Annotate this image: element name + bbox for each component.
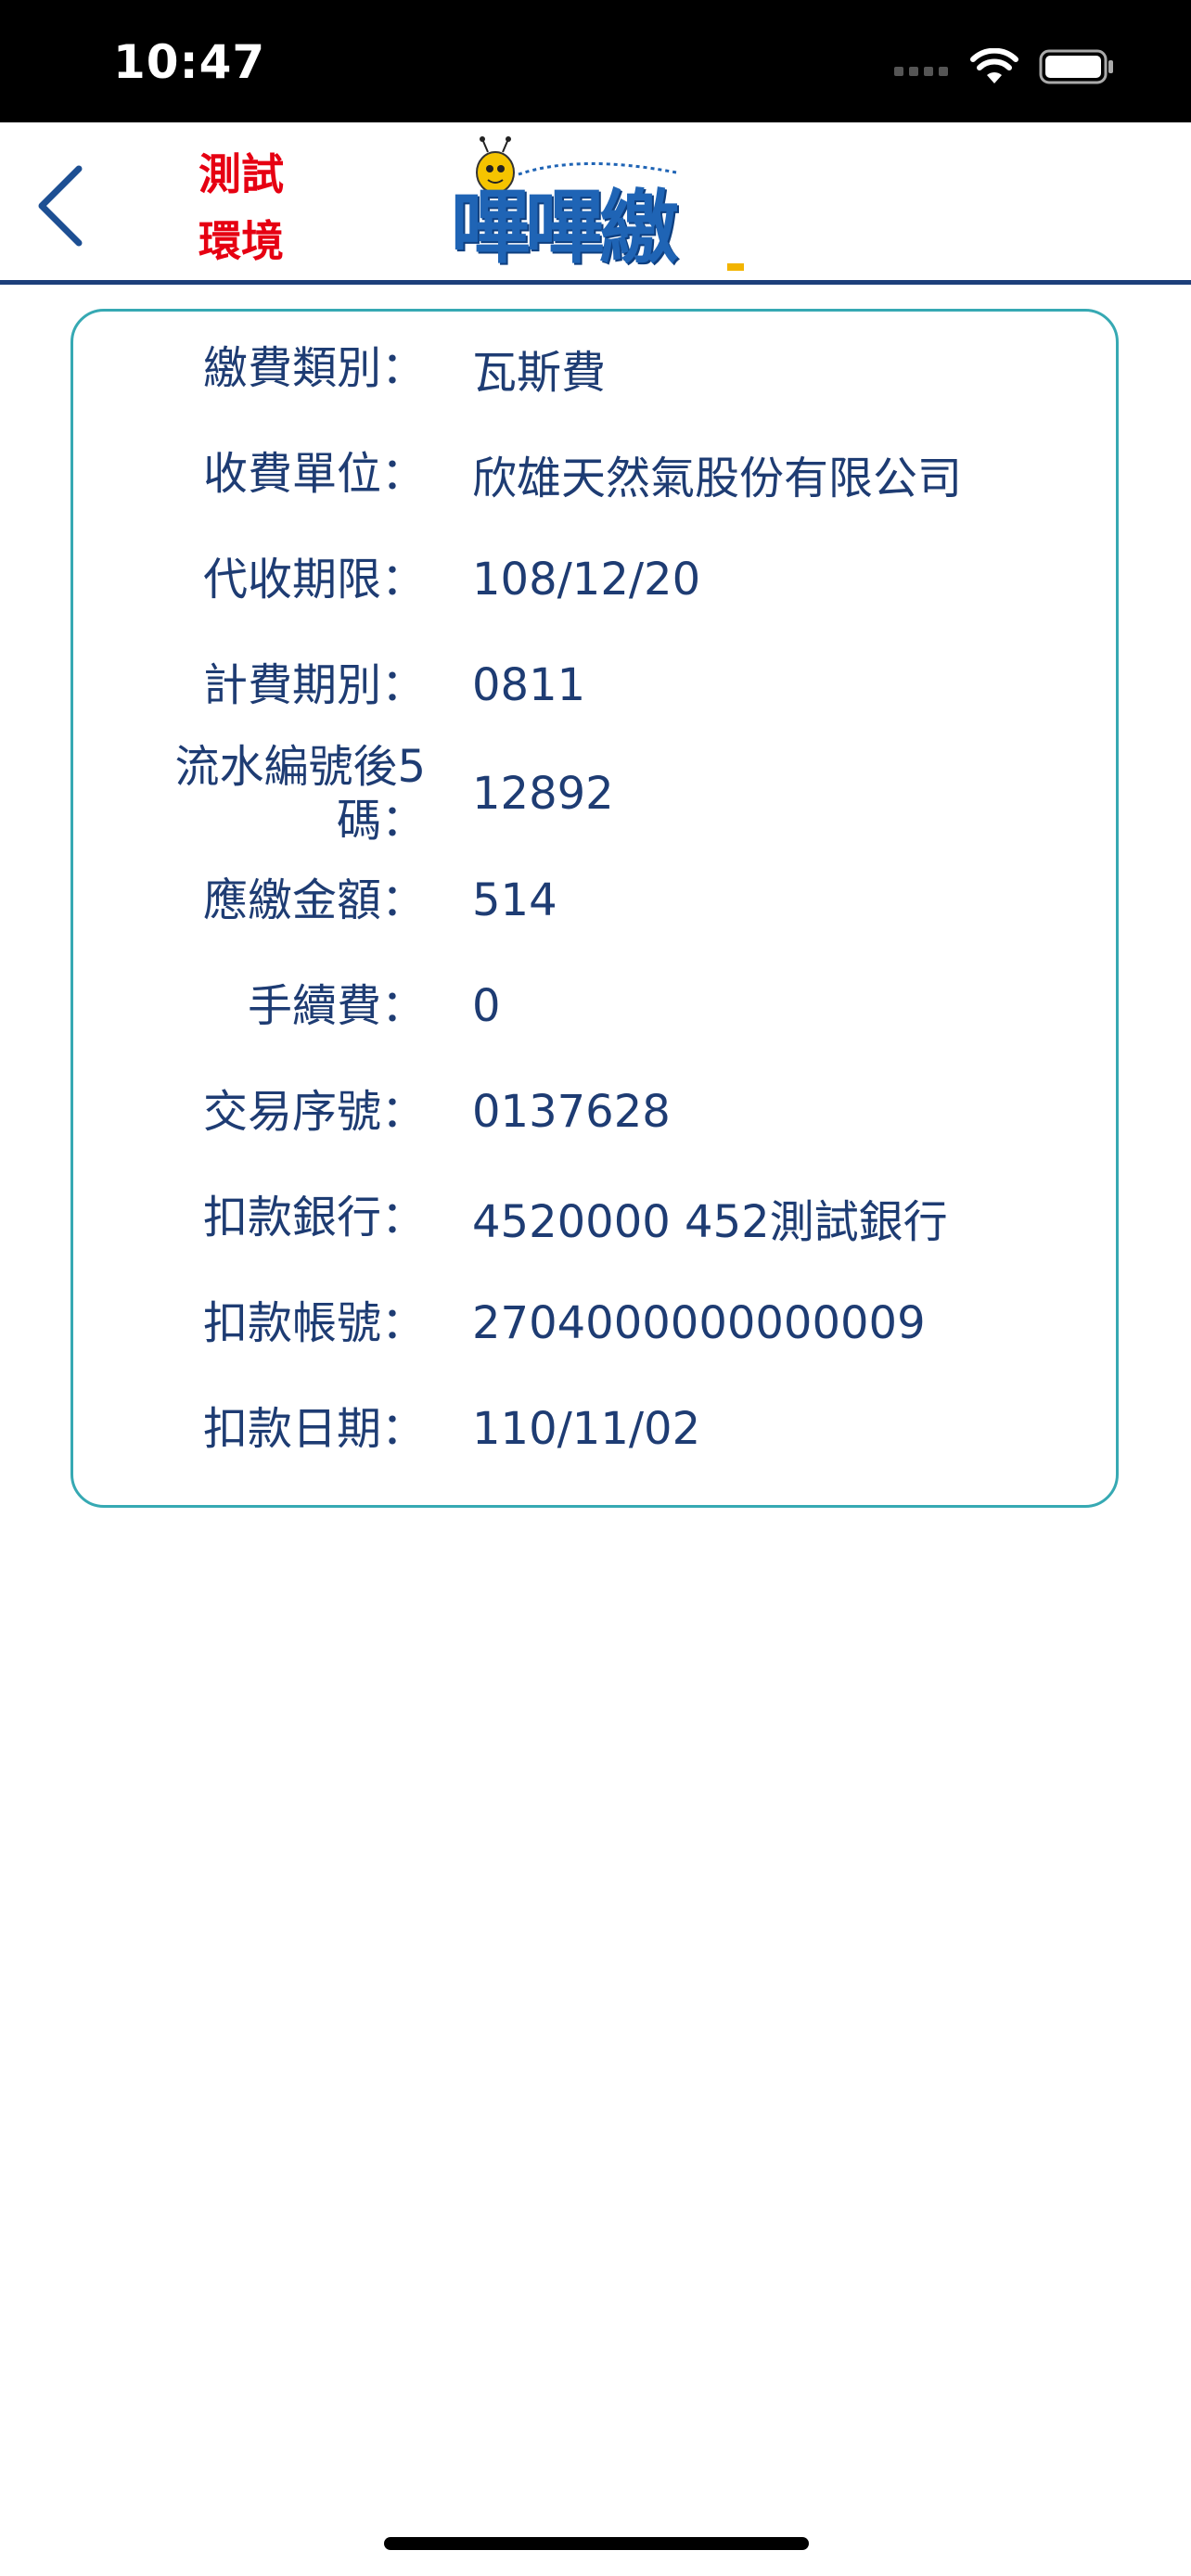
detail-label: 交易序號： [202,1086,426,1138]
home-indicator[interactable] [384,2537,809,2550]
logo-accent [727,263,744,271]
payment-detail-card: 繳費類別： 瓦斯費 收費單位： 欣雄天然氣股份有限公司 代收期限： 108/12… [70,309,1119,1508]
detail-label: 應繳金額： [202,874,426,926]
detail-value: 12892 [472,768,614,820]
back-button[interactable] [19,159,102,252]
detail-label: 扣款日期： [202,1403,426,1455]
detail-row: 扣款日期： 110/11/02 [73,1376,1116,1482]
detail-row: 收費單位： 欣雄天然氣股份有限公司 [73,421,1116,527]
detail-label: 手續費： [247,980,426,1032]
detail-row: 應繳金額： 514 [73,848,1116,953]
detail-value: 4520000 452測試銀行 [472,1196,948,1248]
env-label-line2: 環境 [198,216,284,266]
detail-value: 瓦斯費 [472,347,607,399]
detail-row: 手續費： 0 [73,953,1116,1059]
detail-value: 110/11/02 [472,1403,701,1455]
status-time: 10:47 [113,35,266,89]
detail-row: 扣款銀行： 4520000 452測試銀行 [73,1165,1116,1270]
wifi-icon [970,48,1018,83]
status-icons [894,46,1115,87]
detail-row: 交易序號： 0137628 [73,1059,1116,1165]
detail-value: 0811 [472,659,586,711]
detail-label: 流水編號後5碼： [174,741,426,847]
app-logo: 嗶嗶繳 [451,135,744,274]
detail-label: 繳費類別： [202,342,426,394]
env-label-line1: 測試 [198,149,284,199]
detail-value: 514 [472,874,557,926]
detail-value: 108/12/20 [472,554,701,606]
detail-row: 繳費類別： 瓦斯費 [73,315,1116,421]
detail-label: 扣款帳號： [202,1297,426,1349]
detail-label: 扣款銀行： [202,1192,426,1243]
detail-value: 0 [472,980,501,1032]
status-bar: 10:47 [0,0,1191,122]
test-environment-label: 測試 環境 [198,141,310,274]
detail-value: 2704000000000009 [472,1297,926,1349]
nav-bar: 測試 環境 嗶嗶繳 [0,122,1191,285]
detail-value: 0137628 [472,1086,671,1138]
detail-row: 流水編號後5碼： 12892 [73,738,1116,849]
battery-icon [1039,49,1113,84]
detail-row: 代收期限： 108/12/20 [73,527,1116,632]
signal-icon [894,67,948,76]
detail-row: 扣款帳號： 2704000000000009 [73,1270,1116,1376]
detail-value: 欣雄天然氣股份有限公司 [472,453,963,504]
detail-label: 代收期限： [202,554,426,606]
chevron-left-icon [38,165,83,247]
detail-label: 計費期別： [202,659,426,711]
detail-label: 收費單位： [202,448,426,500]
logo-text: 嗶嗶繳 [451,182,679,274]
detail-row: 計費期別： 0811 [73,632,1116,738]
